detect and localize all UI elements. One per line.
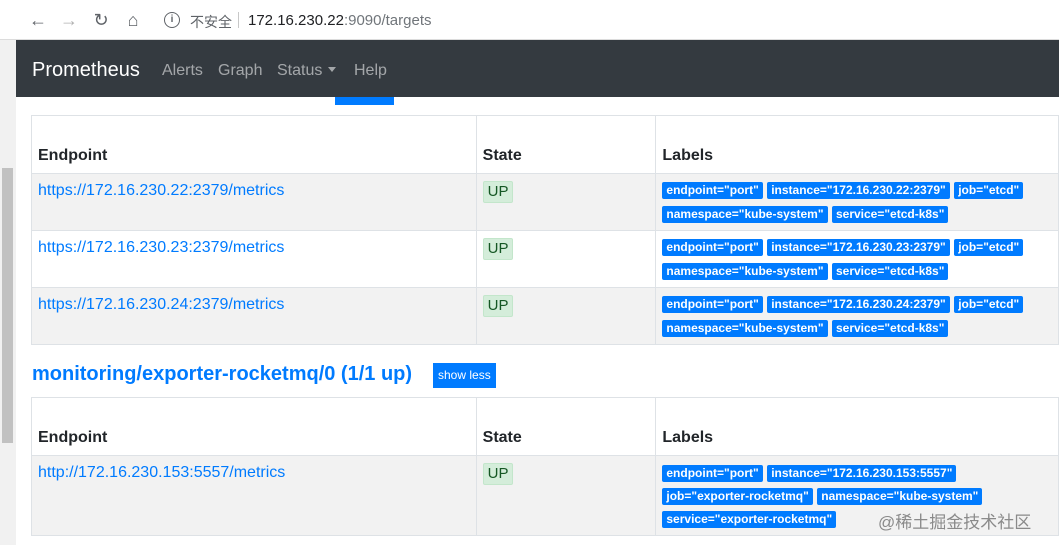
label-badge: instance="172.16.230.24:2379" xyxy=(767,296,950,313)
etcd-targets-table: Endpoint State Labels https://172.16.230… xyxy=(31,115,1059,345)
endpoint-link[interactable]: https://172.16.230.22:2379/metrics xyxy=(38,182,284,199)
table-header-row: Endpoint State Labels xyxy=(31,115,1059,174)
watermark: @稀土掘金技术社区 xyxy=(878,513,1032,532)
endpoint-cell: https://172.16.230.23:2379/metrics xyxy=(31,230,477,288)
reload-icon[interactable]: ↻ xyxy=(91,10,111,30)
state-cell: UP xyxy=(475,230,657,288)
endpoint-link[interactable]: https://172.16.230.24:2379/metrics xyxy=(38,296,284,313)
caret-down-icon xyxy=(328,67,337,72)
state-header: State xyxy=(475,115,657,174)
url-host: 172.16.230.22 xyxy=(248,12,344,29)
endpoint-header: Endpoint xyxy=(31,115,477,174)
label-badge: namespace="kube-system" xyxy=(662,263,828,280)
browser-toolbar: ← → ↻ ⌂ i 不安全 172.16.230.22:9090/targets xyxy=(0,0,1059,40)
label-badge: endpoint="port" xyxy=(662,239,763,256)
address-separator xyxy=(238,12,239,28)
nav-status-label: Status xyxy=(277,62,323,79)
endpoint-header: Endpoint xyxy=(31,397,477,456)
label-badge: endpoint="port" xyxy=(662,465,763,482)
home-icon[interactable]: ⌂ xyxy=(123,10,143,30)
previous-show-less-button[interactable] xyxy=(335,97,394,105)
label-badge: namespace="kube-system" xyxy=(662,320,828,337)
info-icon[interactable]: i xyxy=(164,12,180,28)
nav-status[interactable]: Status xyxy=(277,62,337,80)
state-cell: UP xyxy=(475,173,657,231)
nav-help[interactable]: Help xyxy=(354,62,387,80)
endpoint-link[interactable]: https://172.16.230.23:2379/metrics xyxy=(38,239,284,256)
labels-header: Labels xyxy=(655,115,1059,174)
labels-cell: endpoint="port" instance="172.16.230.23:… xyxy=(655,230,1059,288)
state-badge: UP xyxy=(482,463,514,485)
labels-cell: endpoint="port" instance="172.16.230.24:… xyxy=(655,287,1059,345)
label-badge: instance="172.16.230.22:2379" xyxy=(767,182,950,199)
table-row: https://172.16.230.23:2379/metrics UP en… xyxy=(31,230,1059,288)
section-title[interactable]: monitoring/exporter-rocketmq/0 (1/1 up) xyxy=(32,363,412,386)
label-badge: service="exporter-rocketmq" xyxy=(662,511,837,528)
label-badge: service="etcd-k8s" xyxy=(831,206,949,223)
label-badge: job="etcd" xyxy=(954,239,1024,256)
label-badge: instance="172.16.230.23:2379" xyxy=(767,239,950,256)
state-cell: UP xyxy=(475,287,657,345)
label-badge: service="etcd-k8s" xyxy=(831,320,949,337)
labels-cell: endpoint="port" instance="172.16.230.22:… xyxy=(655,173,1059,231)
url-path: :9090/targets xyxy=(343,12,432,29)
label-badge: endpoint="port" xyxy=(662,296,763,313)
nav-graph[interactable]: Graph xyxy=(218,62,262,80)
table-row: https://172.16.230.24:2379/metrics UP en… xyxy=(31,287,1059,345)
scrollbar-thumb[interactable] xyxy=(2,168,13,443)
nav-alerts[interactable]: Alerts xyxy=(162,62,203,80)
page-left-edge xyxy=(0,40,16,545)
endpoint-link[interactable]: http://172.16.230.153:5557/metrics xyxy=(38,464,285,481)
state-header: State xyxy=(475,397,657,456)
label-badge: job="exporter-rocketmq" xyxy=(662,488,813,505)
endpoint-cell: https://172.16.230.24:2379/metrics xyxy=(31,287,477,345)
table-row: https://172.16.230.22:2379/metrics UP en… xyxy=(31,173,1059,231)
show-less-button[interactable]: show less xyxy=(433,363,496,388)
labels-header: Labels xyxy=(655,397,1059,456)
state-badge: UP xyxy=(482,295,514,317)
brand[interactable]: Prometheus xyxy=(32,59,140,82)
endpoint-cell: https://172.16.230.22:2379/metrics xyxy=(31,173,477,231)
state-badge: UP xyxy=(482,181,514,203)
label-badge: job="etcd" xyxy=(954,182,1024,199)
endpoint-cell: http://172.16.230.153:5557/metrics xyxy=(31,455,477,536)
address-bar[interactable]: 172.16.230.22:9090/targets xyxy=(248,12,432,29)
navbar: Prometheus Alerts Graph Status Help xyxy=(16,40,1059,97)
table-header-row: Endpoint State Labels xyxy=(31,397,1059,456)
insecure-label[interactable]: 不安全 xyxy=(190,12,232,32)
label-badge: service="etcd-k8s" xyxy=(831,263,949,280)
state-badge: UP xyxy=(482,238,514,260)
label-badge: namespace="kube-system" xyxy=(662,206,828,223)
forward-icon[interactable]: → xyxy=(59,10,79,30)
label-badge: job="etcd" xyxy=(954,296,1024,313)
label-badge: endpoint="port" xyxy=(662,182,763,199)
label-badge: instance="172.16.230.153:5557" xyxy=(767,465,957,482)
state-cell: UP xyxy=(475,455,657,536)
label-badge: namespace="kube-system" xyxy=(817,488,983,505)
back-icon[interactable]: ← xyxy=(28,10,48,30)
